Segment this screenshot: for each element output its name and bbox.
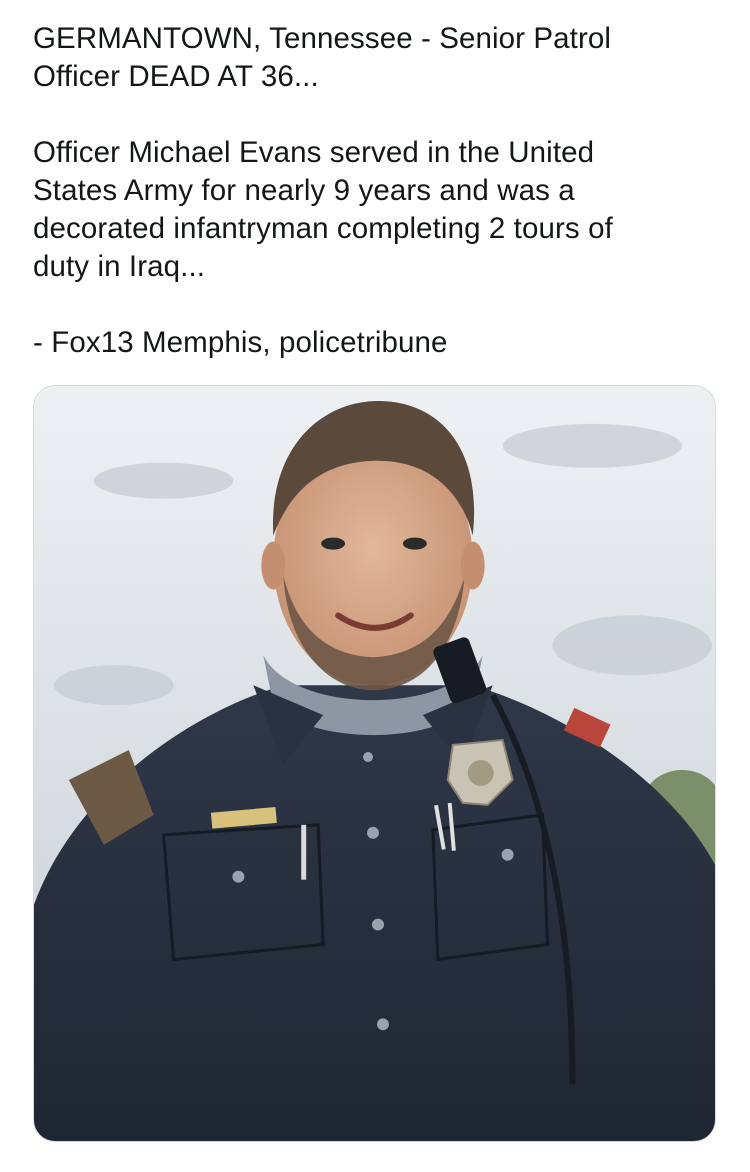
tweet-photo[interactable]: CE WN [33, 385, 716, 1142]
officer-photo-illustration: CE WN [34, 386, 715, 1141]
tweet-headline-line-2: Officer DEAD AT 36... [33, 60, 319, 93]
tweet-body-line-3: decorated infantryman completing 2 tours… [33, 212, 613, 245]
tweet-body-line-1: Officer Michael Evans served in the Unit… [33, 136, 595, 169]
tweet-source[interactable]: - Fox13 Memphis, policetribune [33, 324, 723, 362]
tweet-body-line-2: States Army for nearly 9 years and was a [33, 174, 575, 207]
tweet-text: GERMANTOWN, Tennessee - Senior Patrol Of… [33, 20, 723, 362]
tweet-headline-line-1: GERMANTOWN, Tennessee - Senior Patrol [33, 22, 612, 55]
tweet-body-line-4: duty in Iraq... [33, 250, 206, 283]
